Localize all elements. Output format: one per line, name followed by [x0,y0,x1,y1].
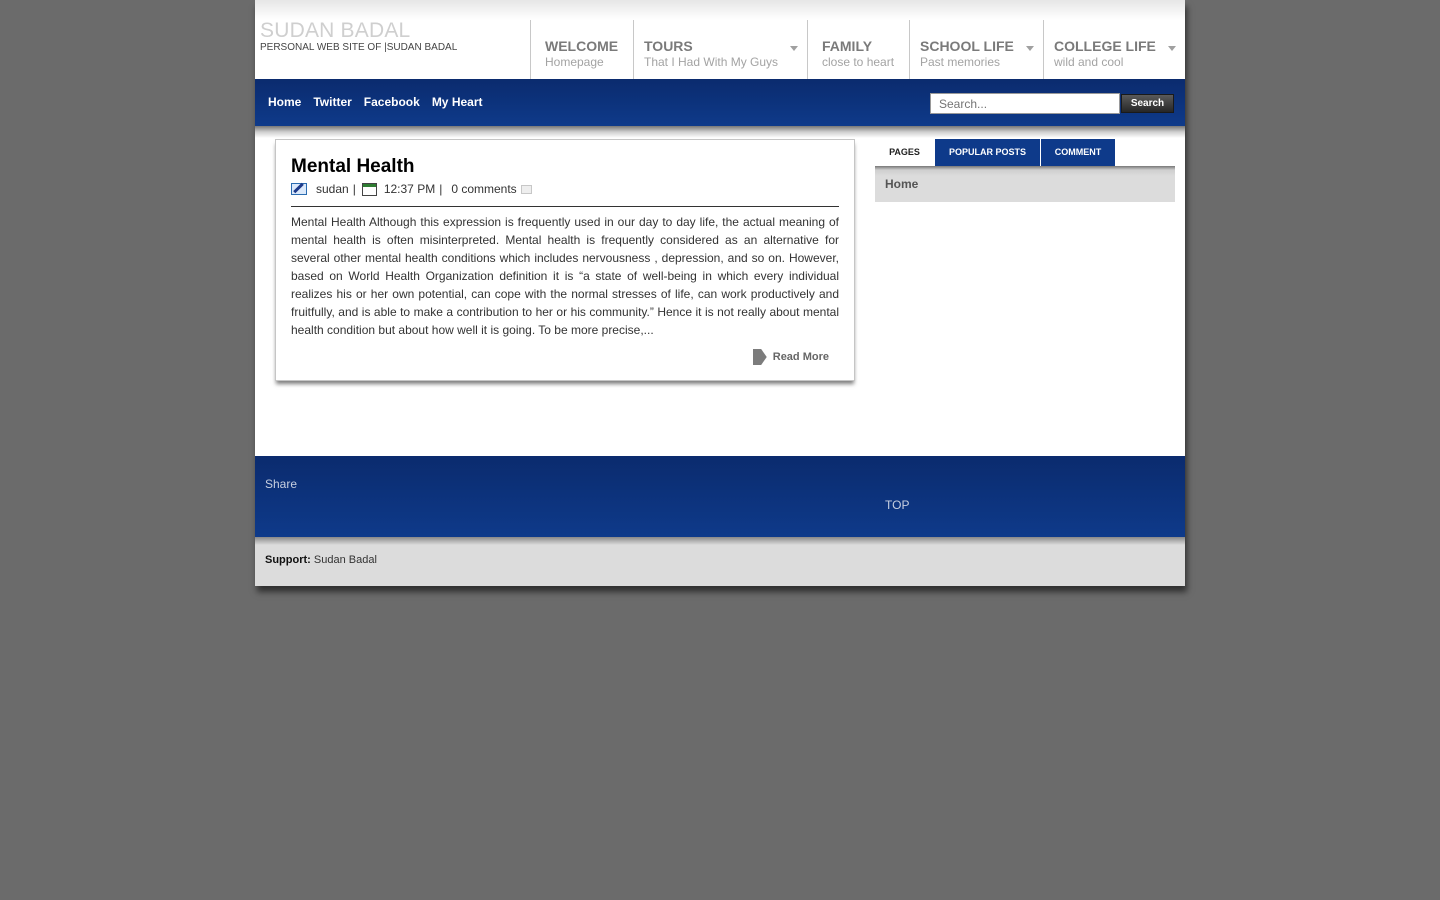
menu-item-college-life[interactable]: COLLEGE LIFE wild and cool [1043,20,1185,79]
support-label: Support: [265,554,311,566]
tab-pages[interactable]: PAGES [875,139,934,166]
site-title[interactable]: SUDAN BADAL [260,19,410,43]
chevron-down-icon [1026,46,1034,51]
nav-link-facebook[interactable]: Facebook [364,95,420,109]
post-divider [291,206,839,207]
calendar-icon [361,182,377,196]
nav-link-twitter[interactable]: Twitter [313,95,351,109]
meta-separator: | [352,182,356,196]
search-input[interactable] [930,93,1120,114]
post-title[interactable]: Mental Health [291,156,415,178]
author-icon [291,183,307,195]
tab-popular-posts[interactable]: POPULAR POSTS [935,139,1040,166]
support-bar: Support: Sudan Badal [255,537,1185,586]
page-container: SUDAN BADAL PERSONAL WEB SITE OF |SUDAN … [255,0,1185,586]
post-time: 12:37 PM [383,182,436,196]
sidebar-tab-panel: Home [875,166,1175,202]
post-excerpt: Mental Health Although this expression i… [291,215,839,337]
menu-item-subtitle: Homepage [545,55,604,69]
menu-item-family[interactable]: FAMILY close to heart [807,20,909,79]
chevron-down-icon [1168,46,1176,51]
post-card: Mental Health sudan | 12:37 PM | 0 comme… [275,139,855,381]
tab-comment[interactable]: COMMENT [1041,139,1115,166]
share-link[interactable]: Share [265,477,297,491]
site-description: PERSONAL WEB SITE OF |SUDAN BADAL [260,42,458,53]
read-more-label: Read More [772,351,829,363]
search-button[interactable]: Search [1121,94,1174,113]
menu-item-welcome[interactable]: WELCOME Homepage [530,20,633,79]
post-author[interactable]: sudan [316,182,349,196]
nav-link-my-heart[interactable]: My Heart [432,95,483,109]
menu-item-tours[interactable]: TOURS That I Had With My Guys [633,20,807,79]
menu-item-subtitle: wild and cool [1054,55,1124,69]
menu-item-title: COLLEGE LIFE [1054,38,1156,54]
post-meta: sudan | 12:37 PM | 0 comments [291,181,532,197]
meta-separator: | [439,182,443,196]
menu-item-title: FAMILY [822,38,873,54]
menu-item-subtitle: close to heart [822,55,895,69]
menu-item-title: TOURS [644,38,693,54]
site-header: SUDAN BADAL PERSONAL WEB SITE OF |SUDAN … [255,0,1185,79]
nav-bar: Home Twitter Facebook My Heart Search [255,79,1185,126]
arrow-right-icon [752,349,767,365]
back-to-top-link[interactable]: TOP [885,498,909,512]
comment-icon [520,184,532,194]
sidebar-page-link-home[interactable]: Home [885,177,918,191]
read-more-button[interactable]: Read More [752,349,829,365]
menu-item-title: SCHOOL LIFE [920,38,1014,54]
main-menu: WELCOME Homepage TOURS That I Had With M… [530,20,1185,79]
support-name: Sudan Badal [313,554,377,566]
nav-link-home[interactable]: Home [268,95,301,109]
post-comments-link[interactable]: 0 comments [451,182,516,196]
sidebar-tabs: PAGES POPULAR POSTS COMMENT [875,139,1116,166]
nav-shadow [255,126,1185,138]
menu-item-subtitle: Past memories [920,55,1001,69]
chevron-down-icon [790,46,798,51]
support-credit: Support: Sudan Badal [265,554,377,566]
menu-item-school-life[interactable]: SCHOOL LIFE Past memories [909,20,1043,79]
menu-item-title: WELCOME [545,38,619,54]
nav-links: Home Twitter Facebook My Heart [268,95,483,109]
menu-item-subtitle: That I Had With My Guys [644,55,779,69]
site-footer: Share TOP [255,456,1185,537]
